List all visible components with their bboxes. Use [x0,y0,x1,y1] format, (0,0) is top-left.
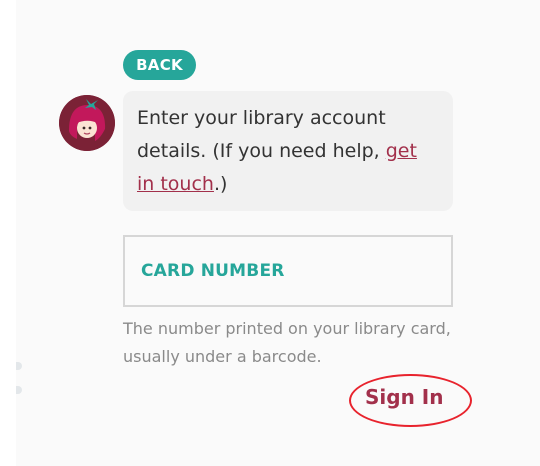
message-text: Enter your library account details. (If … [137,107,386,162]
sign-in-panel [16,0,540,466]
sign-in-button[interactable]: Sign In [365,385,443,409]
chat-message-bubble: Enter your library account details. (If … [123,91,453,211]
card-number-hint: The number printed on your library card,… [123,319,451,366]
message-text-end: .) [213,173,228,195]
card-number-input[interactable]: CARD NUMBER [123,235,453,307]
card-number-placeholder: CARD NUMBER [141,261,285,281]
librarian-avatar-icon [59,95,115,151]
back-button[interactable]: BACK [123,50,196,80]
